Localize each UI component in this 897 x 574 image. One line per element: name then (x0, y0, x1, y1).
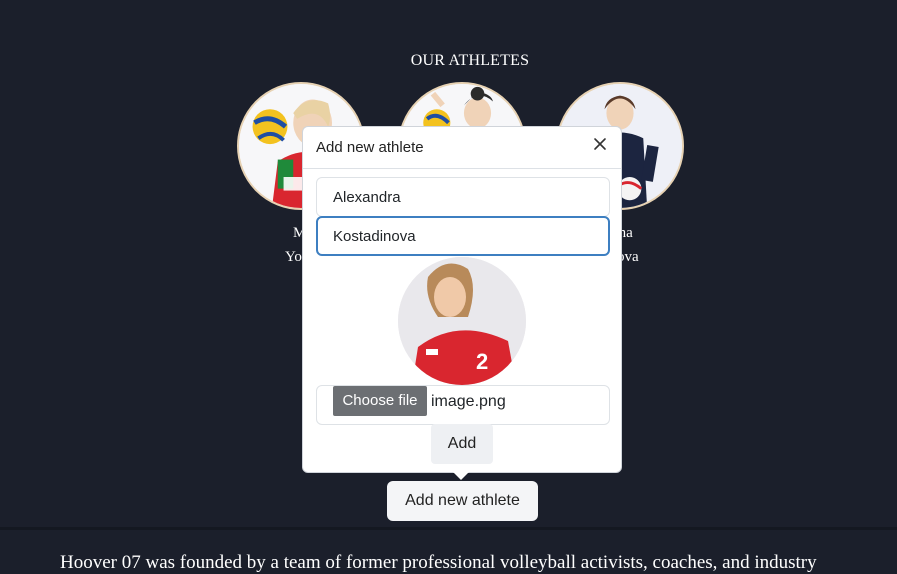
choose-file-button[interactable]: Choose file (333, 386, 427, 416)
selected-file-name: image.png (431, 393, 506, 410)
svg-text:2: 2 (476, 349, 488, 374)
add-button[interactable]: Add (431, 424, 493, 464)
first-name-input[interactable] (316, 177, 610, 217)
section-title: OUR ATHLETES (410, 52, 530, 69)
close-icon[interactable] (591, 135, 609, 153)
add-athlete-popover: Add new athlete 2 Choose file image.png … (302, 126, 622, 473)
last-name-input[interactable] (316, 216, 610, 256)
athlete-preview-image: 2 (398, 257, 526, 385)
popover-arrow (453, 472, 469, 480)
section-divider (0, 527, 897, 530)
about-text: Hoover 07 was founded by a team of forme… (60, 552, 817, 573)
image-file-input[interactable]: Choose file image.png (316, 385, 610, 425)
popover-header: Add new athlete (303, 127, 621, 169)
popover-title: Add new athlete (316, 139, 424, 156)
add-new-athlete-button[interactable]: Add new athlete (387, 481, 538, 521)
athlete-preview-photo: 2 (398, 257, 526, 385)
